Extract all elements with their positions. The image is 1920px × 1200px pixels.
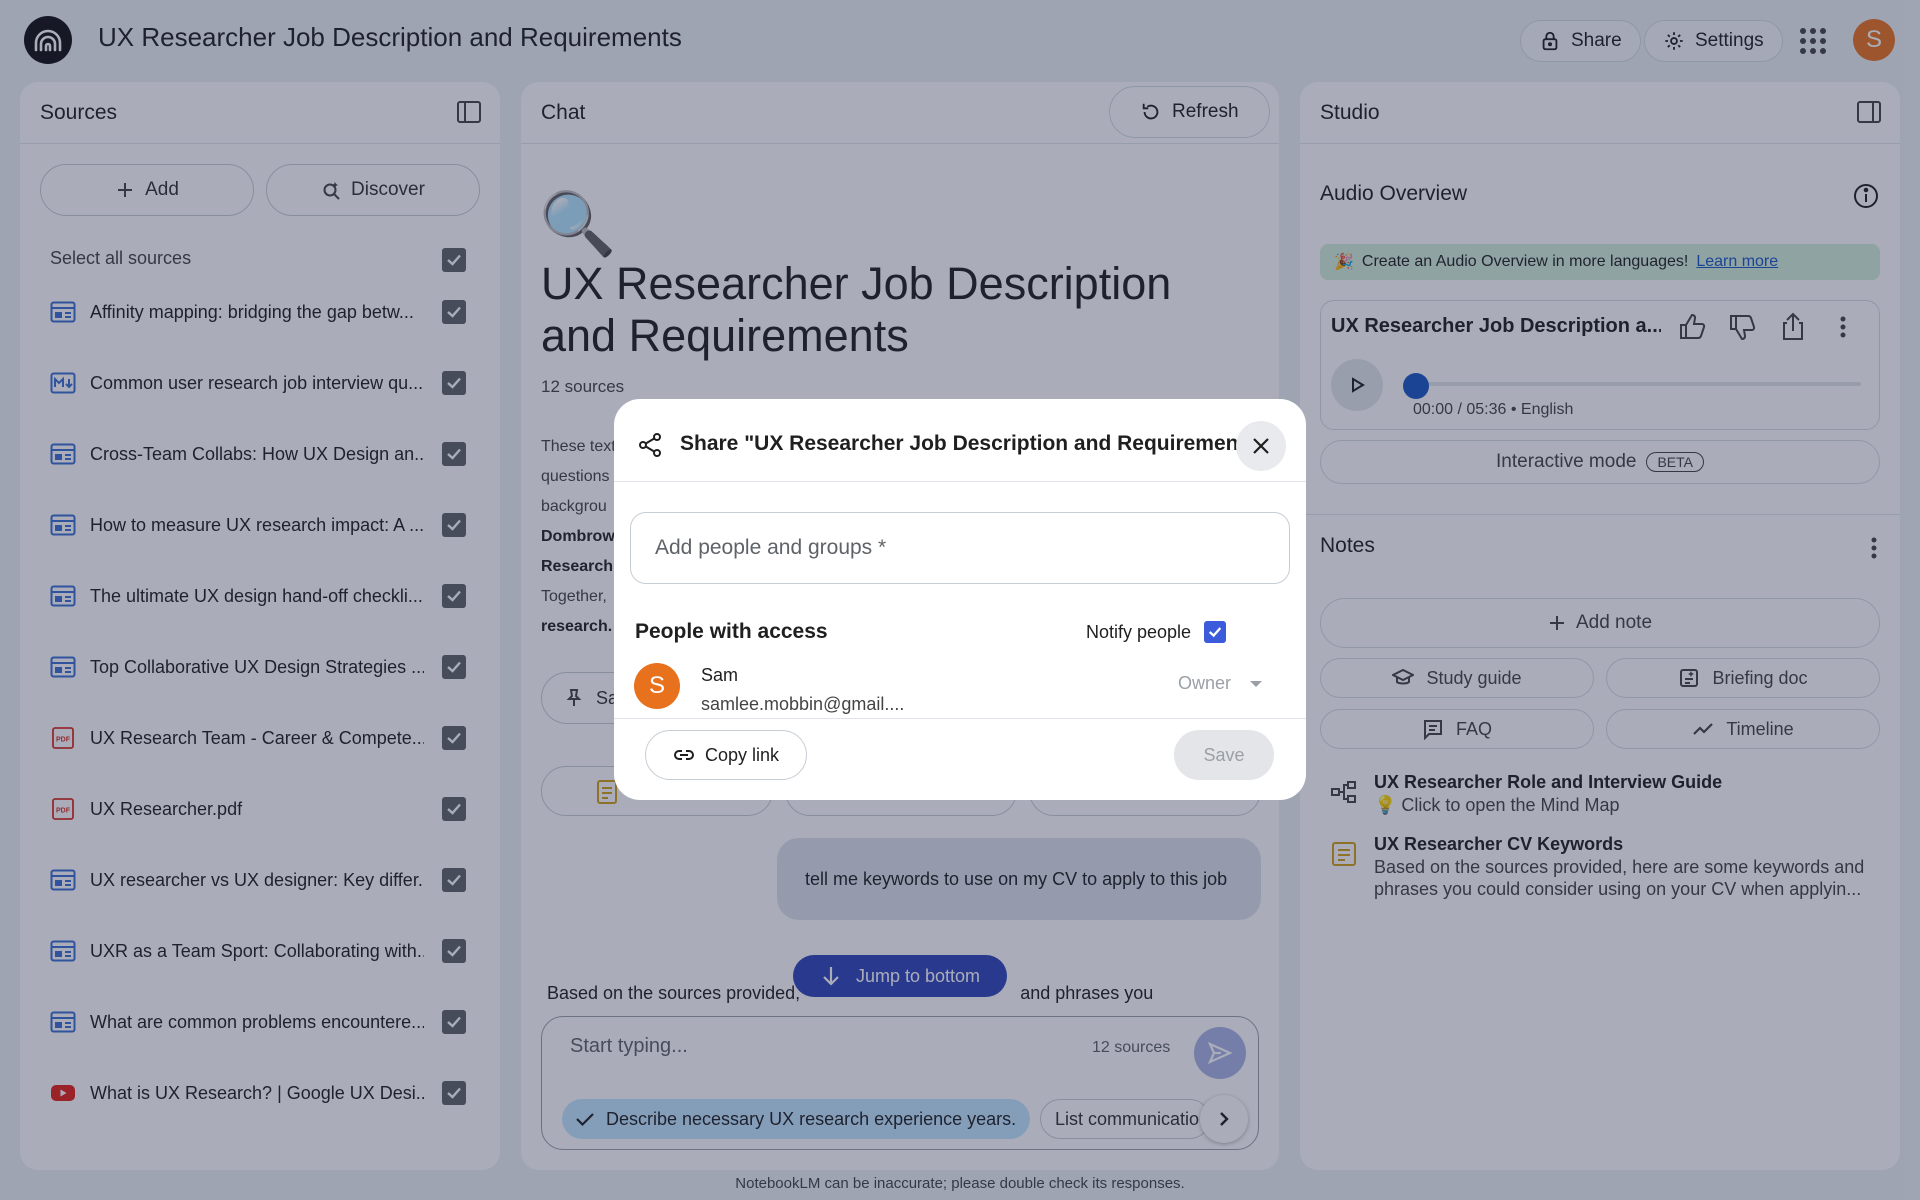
person-name: Sam [701, 665, 739, 685]
link-icon [674, 750, 694, 760]
dialog-title: Share "UX Researcher Job Description and… [680, 432, 1268, 455]
copy-link-label: Copy link [704, 744, 780, 765]
person-email: samlee.mobbin@gmail.... [701, 694, 905, 714]
notify-people-checkbox[interactable] [1204, 621, 1226, 643]
share-dialog: Share "UX Researcher Job Description and… [614, 399, 1306, 800]
role-dropdown-icon [1250, 681, 1262, 687]
save-button[interactable]: Save [1174, 730, 1274, 780]
close-button[interactable] [1236, 421, 1286, 471]
notify-people-label: Notify people [1086, 622, 1192, 642]
divider [614, 718, 1306, 719]
person-avatar: S [634, 663, 680, 709]
share-icon [639, 433, 661, 457]
close-icon [1253, 438, 1269, 454]
people-with-access-heading: People with access [635, 620, 828, 643]
divider [614, 481, 1306, 482]
copy-link-button[interactable]: Copy link [645, 730, 807, 780]
person-role: Owner [1178, 673, 1232, 693]
add-people-input[interactable]: Add people and groups * [630, 512, 1290, 584]
